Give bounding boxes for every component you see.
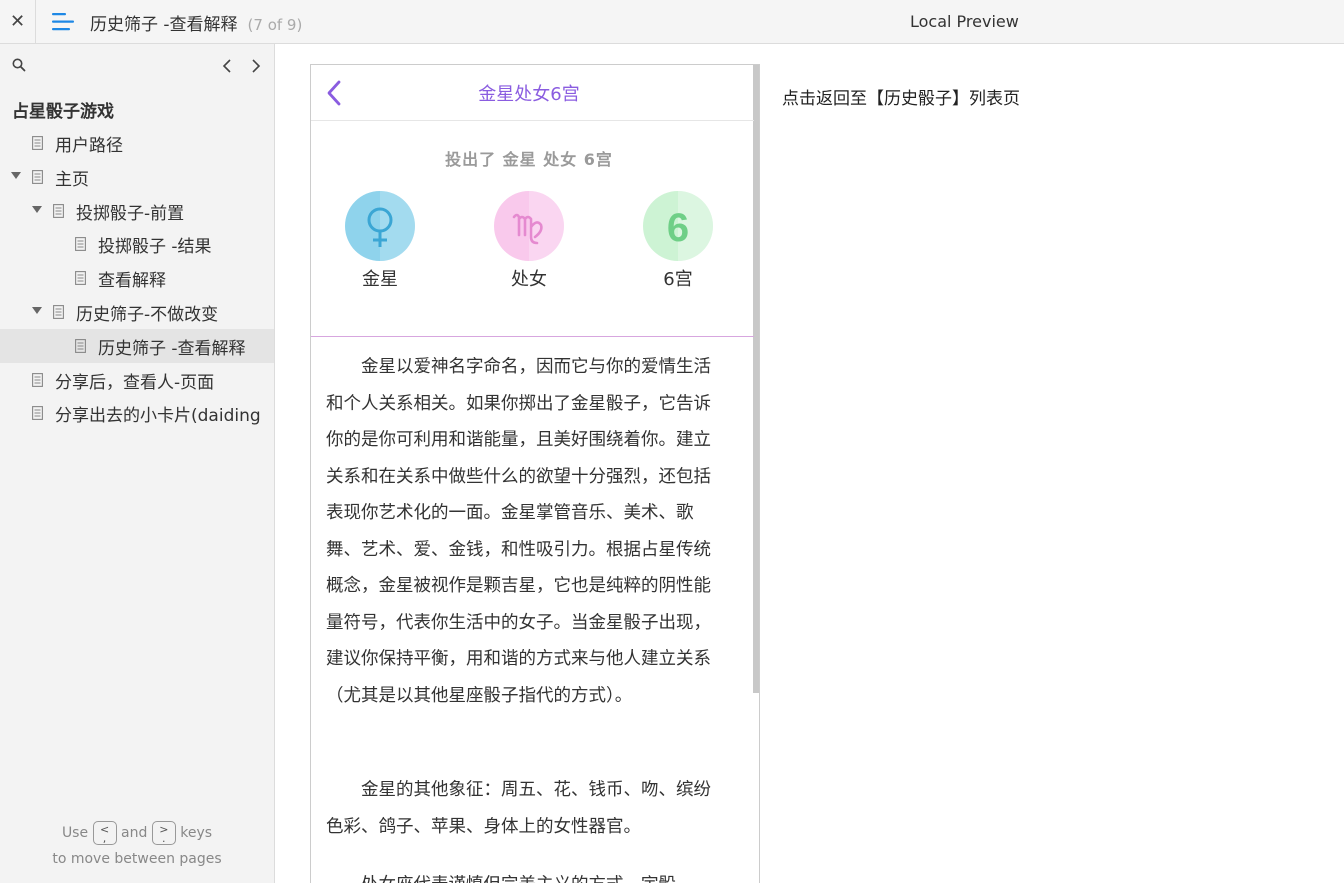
sidebar-item[interactable]: 查看解释 xyxy=(0,261,274,295)
hint-keys: keys xyxy=(180,825,213,841)
tree-title: 占星骰子游戏 xyxy=(12,102,114,122)
phone-scrollbar[interactable] xyxy=(753,65,759,693)
sidebar-item[interactable]: 投掷骰子-前置 xyxy=(0,194,274,228)
phone-title: 金星处女6宫 xyxy=(478,84,580,105)
page-doc-icon xyxy=(75,237,86,251)
next-page-icon[interactable] xyxy=(247,56,265,76)
sidebar-item[interactable]: 主页 xyxy=(0,160,274,194)
sidebar: 占星骰子游戏 用户路径主页投掷骰子-前置投掷骰子 -结果 查看解释历史筛子-不做改… xyxy=(0,44,275,883)
next-key-icon: >. xyxy=(151,821,176,845)
virgo-dice-circle xyxy=(494,191,564,261)
hint-use: Use xyxy=(61,825,89,841)
sidebar-item-label: 投掷骰子-前置 xyxy=(76,204,185,224)
roll-result-text: 投出了 金星 处女 6宫 xyxy=(445,150,613,169)
sidebar-item-label: 投掷骰子 -结果 xyxy=(98,237,212,257)
page-doc-icon xyxy=(53,305,64,319)
phone-header: 金星处女6宫 xyxy=(311,65,754,121)
keyboard-hint: Use <, and >. keys to move between pages xyxy=(0,820,274,872)
menu-button[interactable] xyxy=(50,10,76,34)
sidebar-item[interactable]: 分享后，查看人-页面 xyxy=(0,363,274,397)
page-doc-icon xyxy=(75,271,86,285)
dice-label-house: 6宫 xyxy=(663,269,693,290)
sidebar-item-label: 查看解释 xyxy=(98,271,166,291)
page-doc-icon xyxy=(32,136,43,150)
dice-house: 6 6宫 xyxy=(643,191,713,291)
expand-caret-icon[interactable] xyxy=(32,307,42,315)
paragraph-venus-symbols: 金星的其他象征：周五、花、钱币、吻、缤纷色彩、鸽子、苹果、身体上的女性器官。 xyxy=(326,780,711,837)
paragraph-virgo: 处女座代表谨慎但完美主义的方式。宇骰 xyxy=(326,867,719,883)
hamburger-menu-icon xyxy=(52,13,74,31)
expand-caret-icon[interactable] xyxy=(32,206,42,214)
svg-text:6: 6 xyxy=(667,206,689,250)
close-button[interactable]: ✕ xyxy=(0,0,36,43)
sidebar-item-label: 历史筛子-不做改变 xyxy=(76,305,219,325)
page-doc-icon xyxy=(32,406,43,420)
page-count: (7 of 9) xyxy=(247,16,303,34)
hint-and: and xyxy=(121,825,148,841)
venus-icon xyxy=(367,191,415,261)
top-bar: ✕ 历史筛子 -查看解释 (7 of 9) Local Preview xyxy=(0,0,1344,44)
sidebar-item-label: 用户路径 xyxy=(55,136,123,156)
number-six-icon: 6 xyxy=(667,191,713,261)
house-dice-circle: 6 xyxy=(643,191,713,261)
page-title: 历史筛子 -查看解释 (7 of 9) xyxy=(90,10,302,35)
search-row xyxy=(0,44,274,88)
search-icon[interactable] xyxy=(12,58,26,72)
page-title-text: 历史筛子 -查看解释 xyxy=(90,15,238,35)
sidebar-item-label: 历史筛子 -查看解释 xyxy=(98,339,246,359)
annotation-note: 点击返回至【历史骰子】列表页 xyxy=(782,89,1020,109)
expand-caret-icon[interactable] xyxy=(11,172,21,180)
sidebar-item[interactable]: 投掷骰子 -结果 xyxy=(0,227,274,261)
paragraph-venus: 金星以爱神名字命名，因而它与你的爱情生活和个人关系相关。如果你掷出了金星骰子，它… xyxy=(326,357,711,706)
main-area: 金星处女6宫 投出了 金星 处女 6宫 金星 处女 6 6宫 金星以爱神名字命名… xyxy=(275,44,1344,883)
sidebar-item[interactable]: 历史筛子 -查看解释 xyxy=(0,329,274,363)
dice-label-venus: 金星 xyxy=(362,269,398,290)
phone-preview: 金星处女6宫 投出了 金星 处女 6宫 金星 处女 6 6宫 金星以爱神名字命名… xyxy=(310,64,760,883)
page-doc-icon xyxy=(32,373,43,387)
sidebar-item[interactable]: 分享出去的小卡片(daiding xyxy=(0,396,274,430)
dice-venus: 金星 xyxy=(345,191,415,291)
dice-label-virgo: 处女 xyxy=(511,269,547,290)
sidebar-item[interactable]: 历史筛子-不做改变 xyxy=(0,295,274,329)
sidebar-item[interactable]: 用户路径 xyxy=(0,126,274,160)
page-doc-icon xyxy=(53,204,64,218)
local-preview-label: Local Preview xyxy=(910,12,1019,31)
prev-key-icon: <, xyxy=(92,821,117,845)
sidebar-item-label: 分享出去的小卡片(daiding xyxy=(55,406,261,426)
close-icon: ✕ xyxy=(9,11,26,32)
venus-dice-circle xyxy=(345,191,415,261)
hint-line2: to move between pages xyxy=(52,851,222,867)
divider xyxy=(311,336,754,337)
sidebar-item-label: 分享后，查看人-页面 xyxy=(55,373,215,393)
dice-virgo: 处女 xyxy=(494,191,564,291)
virgo-icon xyxy=(512,191,564,261)
previous-page-icon[interactable] xyxy=(218,56,236,76)
page-doc-icon xyxy=(75,339,86,353)
sidebar-item-label: 主页 xyxy=(55,170,89,190)
page-doc-icon xyxy=(32,170,43,184)
